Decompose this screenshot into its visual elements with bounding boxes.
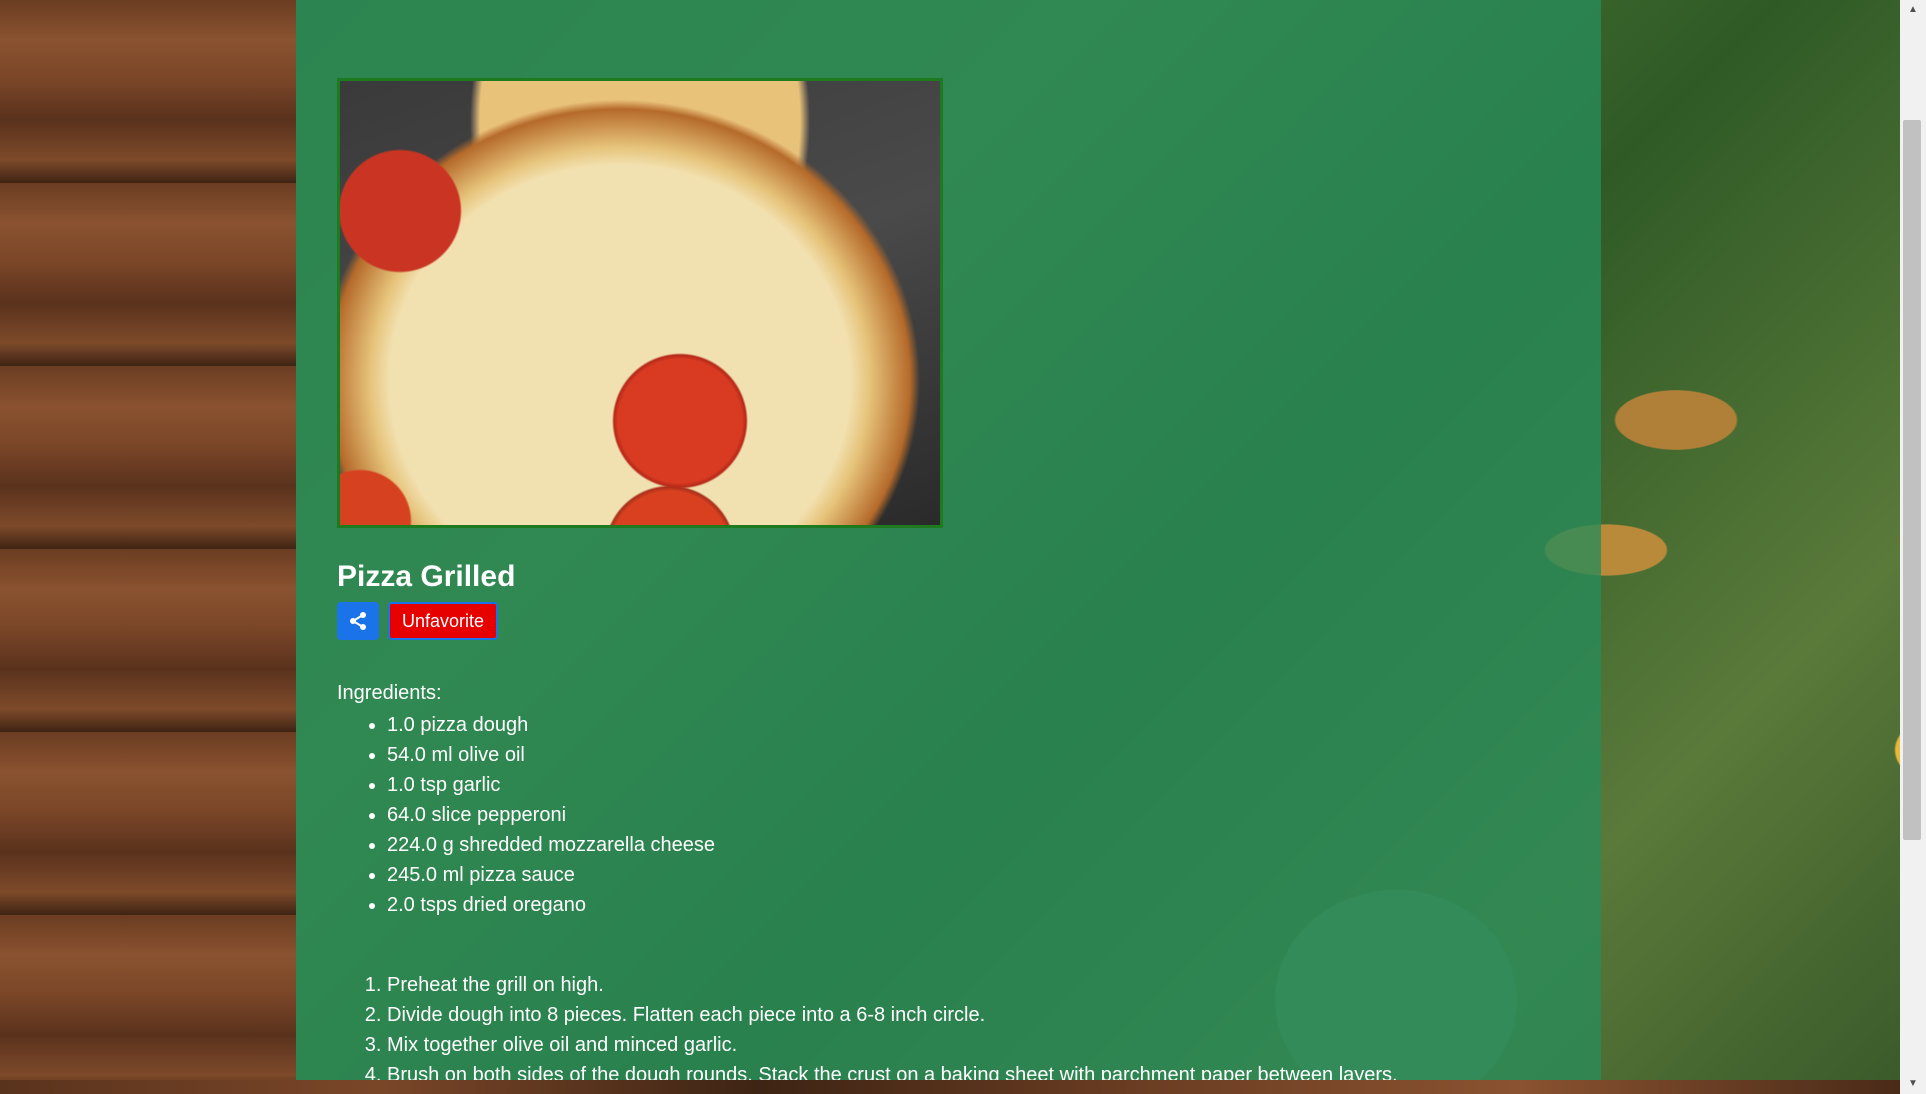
ingredient-item: 64.0 slice pepperoni [387, 800, 715, 830]
ingredients-label: Ingredients: [337, 682, 442, 704]
step-item: Brush on both sides of the dough rounds.… [387, 1060, 1398, 1080]
steps-list: Preheat the grill on high. Divide dough … [337, 970, 1398, 1080]
recipe-image [337, 78, 943, 528]
ingredient-item: 54.0 ml olive oil [387, 740, 715, 770]
share-button[interactable] [337, 602, 379, 640]
ingredients-list: 1.0 pizza dough 54.0 ml olive oil 1.0 ts… [337, 710, 715, 920]
ingredient-item: 1.0 pizza dough [387, 710, 715, 740]
scroll-down-arrow-icon[interactable]: ▼ [1900, 1074, 1926, 1094]
ingredient-item: 1.0 tsp garlic [387, 770, 715, 800]
step-item: Preheat the grill on high. [387, 970, 1398, 1000]
page-viewport: Pizza Grilled Unfavorite Ingredients: 1.… [0, 0, 1900, 1080]
scrollbar-thumb[interactable] [1903, 120, 1921, 840]
step-item: Divide dough into 8 pieces. Flatten each… [387, 1000, 1398, 1030]
ingredient-item: 224.0 g shredded mozzarella cheese [387, 830, 715, 860]
unfavorite-button[interactable]: Unfavorite [388, 602, 499, 640]
share-icon [350, 612, 366, 630]
bottom-background-strip [0, 1080, 1900, 1094]
recipe-title: Pizza Grilled [337, 560, 516, 593]
step-item: Mix together olive oil and minced garlic… [387, 1030, 1398, 1060]
ingredient-item: 2.0 tsps dried oregano [387, 890, 715, 920]
scroll-up-arrow-icon[interactable]: ▲ [1900, 0, 1926, 20]
ingredient-item: 245.0 ml pizza sauce [387, 860, 715, 890]
